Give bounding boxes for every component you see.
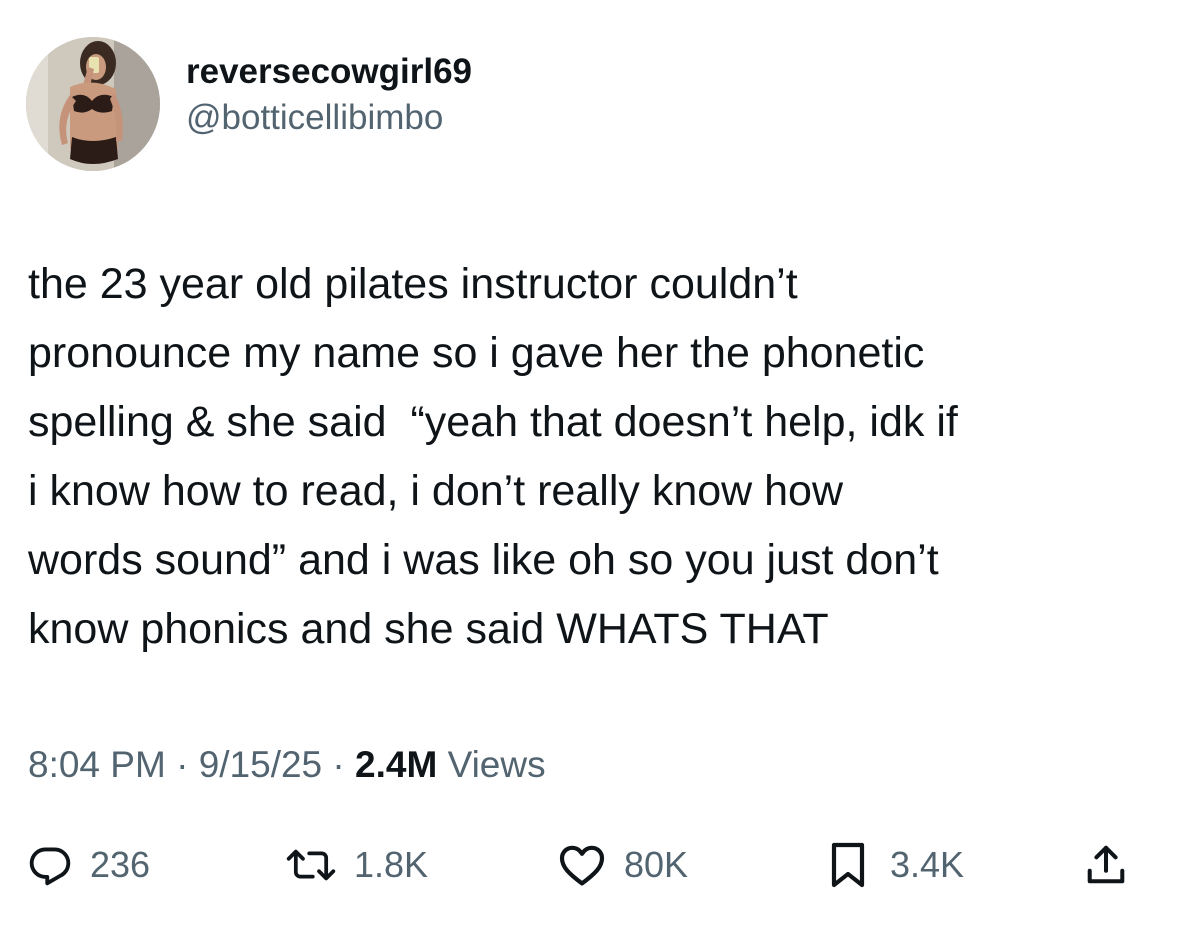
tweet-text-line: words sound” and i was like oh so you ju… (28, 536, 939, 584)
reply-button[interactable]: 236 (28, 835, 150, 895)
tweet-meta: 8:04 PM · 9/15/25 · 2.4M Views (28, 740, 546, 790)
bookmark-button[interactable]: 3.4K (828, 835, 964, 895)
user-names: reversecowgirl69 @botticellibimbo (186, 50, 472, 140)
display-name[interactable]: reversecowgirl69 (186, 50, 472, 94)
repost-icon (286, 849, 336, 881)
user-handle[interactable]: @botticellibimbo (186, 96, 472, 140)
tweet-text-line: pronounce my name so i gave her the phon… (28, 329, 925, 377)
meta-separator: · (322, 744, 356, 785)
share-button[interactable] (1084, 835, 1128, 895)
reply-count: 236 (90, 844, 151, 885)
tweet-time[interactable]: 8:04 PM (28, 744, 166, 785)
views-count[interactable]: 2.4M (355, 744, 437, 785)
like-count: 80K (624, 844, 689, 885)
tweet-text-line: spelling & she said “yeah that doesn’t h… (28, 398, 958, 446)
avatar-photo-icon (26, 37, 160, 171)
action-bar: 236 1.8K 80K 3.4K (28, 835, 1153, 895)
views-label: Views (437, 744, 546, 785)
like-button[interactable]: 80K (558, 835, 688, 895)
avatar[interactable] (26, 37, 160, 171)
repost-count: 1.8K (354, 844, 429, 885)
meta-separator: · (165, 744, 199, 785)
tweet-text-line: the 23 year old pilates instructor could… (28, 260, 798, 308)
tweet-date[interactable]: 9/15/25 (199, 744, 322, 785)
bookmark-count: 3.4K (890, 844, 965, 885)
tweet-text-line: know phonics and she said WHATS THAT (28, 605, 829, 653)
tweet-header: reversecowgirl69 @botticellibimbo (26, 36, 472, 172)
tweet-text: the 23 year old pilates instructor could… (28, 250, 1153, 664)
tweet-text-line: i know how to read, i don’t really know … (28, 467, 844, 515)
heart-icon (559, 845, 605, 886)
share-icon (1087, 845, 1125, 884)
reply-icon (29, 847, 71, 886)
bookmark-icon (831, 842, 865, 888)
repost-button[interactable]: 1.8K (286, 835, 428, 895)
